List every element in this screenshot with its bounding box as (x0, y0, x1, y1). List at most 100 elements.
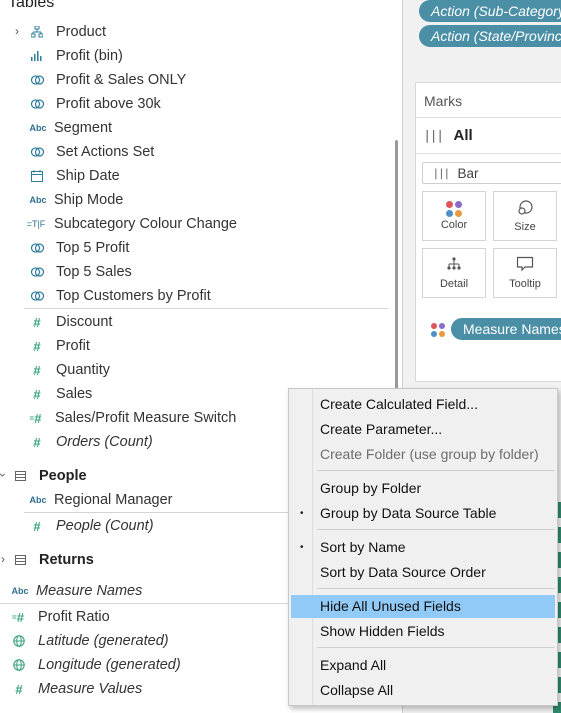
field-sales[interactable]: # Sales (30, 382, 92, 406)
hierarchy-icon (30, 25, 44, 39)
globe-icon (12, 658, 26, 672)
field-latitude-generated[interactable]: Latitude (generated) (12, 629, 169, 653)
menu-item-create-calculated-field[interactable]: Create Calculated Field... (291, 393, 555, 416)
field-label: Profit (56, 338, 90, 354)
field-profit[interactable]: # Profit (30, 334, 90, 358)
field-label: Sales/Profit Measure Switch (55, 410, 237, 426)
field-profit-sales-only[interactable]: Profit & Sales ONLY (30, 68, 186, 92)
menu-separator (317, 529, 555, 530)
menu-separator (317, 470, 555, 471)
tooltip-button[interactable]: Tooltip (493, 248, 557, 298)
field-ship-mode[interactable]: Abc Ship Mode (28, 188, 123, 212)
field-sales-profit-measure-switch[interactable]: = # Sales/Profit Measure Switch (27, 406, 237, 430)
size-label: Size (514, 221, 536, 233)
menu-item-expand-all[interactable]: Expand All (291, 654, 555, 677)
field-orders-count[interactable]: # Orders (Count) (30, 430, 152, 454)
menu-item-label: Sort by Data Source Order (320, 564, 486, 580)
field-profit-above-30k[interactable]: Profit above 30k (30, 92, 161, 116)
calc-number-icon: = # (29, 410, 42, 426)
field-label: Top 5 Sales (56, 264, 132, 280)
filter-pill[interactable]: Action (Sub-Category) (419, 0, 561, 22)
number-icon: # (33, 338, 41, 354)
field-product[interactable]: Product (30, 20, 106, 44)
number-icon: # (15, 681, 23, 697)
set-icon (30, 265, 44, 279)
marks-all-label: All (453, 127, 473, 144)
menu-item-label: Create Folder (use group by folder) (320, 446, 539, 462)
size-button[interactable]: Size (493, 191, 557, 241)
number-icon: # (33, 518, 41, 534)
field-label: Longitude (generated) (38, 657, 181, 673)
bin-icon (30, 49, 44, 63)
field-label: Discount (56, 314, 113, 330)
set-icon (30, 73, 44, 87)
menu-item-label: Create Parameter... (320, 421, 443, 437)
selected-bullet-icon: • (300, 508, 304, 519)
detail-button[interactable]: Detail (422, 248, 486, 298)
field-label: Profit & Sales ONLY (56, 72, 187, 88)
field-profit-bin[interactable]: Profit (bin) (30, 44, 123, 68)
field-top-customers-by-profit[interactable]: Top Customers by Profit (30, 284, 211, 308)
abc-icon: Abc (29, 195, 47, 205)
menu-item-label: Expand All (320, 657, 387, 673)
bar-chart-icon: ∣∣∣ (424, 127, 444, 143)
chevron-right-icon[interactable]: › (1, 552, 5, 566)
menu-item-show-hidden-fields[interactable]: Show Hidden Fields (291, 620, 555, 643)
field-measure-names[interactable]: Abc Measure Names (10, 579, 142, 603)
marks-separator (416, 153, 561, 154)
field-ship-date[interactable]: Ship Date (30, 164, 120, 188)
field-label: Top Customers by Profit (56, 288, 211, 304)
field-measure-values[interactable]: # Measure Values (12, 677, 142, 701)
field-quantity[interactable]: # Quantity (30, 358, 110, 382)
menu-item-hide-all-unused-fields[interactable]: Hide All Unused Fields (291, 595, 555, 618)
field-people-count[interactable]: # People (Count) (30, 514, 153, 538)
mark-type-dropdown[interactable]: ∣∣∣ Bar (422, 162, 561, 184)
abc-icon: Abc (29, 123, 47, 133)
set-icon (30, 241, 44, 255)
field-top-5-sales[interactable]: Top 5 Sales (30, 260, 132, 284)
menu-item-collapse-all[interactable]: Collapse All (291, 679, 555, 702)
field-label: Top 5 Profit (56, 240, 130, 256)
color-icon (431, 323, 445, 337)
marks-title: Marks (424, 93, 463, 109)
field-label: Subcategory Colour Change (54, 216, 237, 232)
chevron-right-icon[interactable]: › (15, 24, 19, 38)
field-regional-manager[interactable]: Abc Regional Manager (28, 488, 172, 512)
dimension-measure-divider (24, 308, 388, 309)
menu-item-sort-by-name[interactable]: • Sort by Name (291, 536, 555, 559)
filter-pill[interactable]: Action (State/Province) (419, 25, 561, 47)
context-menu: Create Calculated Field... Create Parame… (288, 388, 558, 706)
field-label: Segment (54, 120, 113, 136)
number-icon: # (33, 386, 41, 402)
color-icon (446, 201, 462, 217)
set-icon (30, 145, 44, 159)
field-profit-ratio[interactable]: = # Profit Ratio (10, 605, 110, 629)
measure-names-pill[interactable]: Measure Names (451, 318, 561, 340)
set-icon (30, 289, 44, 303)
menu-item-sort-by-data-source-order[interactable]: Sort by Data Source Order (291, 561, 555, 584)
menu-item-create-parameter[interactable]: Create Parameter... (291, 418, 555, 441)
field-subcategory-colour-change[interactable]: =T|F Subcategory Colour Change (24, 212, 237, 236)
menu-separator (317, 647, 555, 648)
tables-header: Tables (8, 0, 55, 11)
field-longitude-generated[interactable]: Longitude (generated) (12, 653, 181, 677)
color-label: Color (440, 219, 468, 231)
field-set-actions-set[interactable]: Set Actions Set (30, 140, 154, 164)
table-returns[interactable]: Returns (13, 548, 94, 572)
field-segment[interactable]: Abc Segment (28, 116, 112, 140)
menu-item-group-by-data-source-table[interactable]: • Group by Data Source Table (291, 502, 555, 525)
field-discount[interactable]: # Discount (30, 310, 112, 334)
color-button[interactable]: Color (422, 191, 486, 241)
table-icon (13, 469, 27, 483)
menu-item-group-by-folder[interactable]: Group by Folder (291, 477, 555, 500)
abc-icon: Abc (11, 586, 29, 596)
marks-card: Marks ∣∣∣ All ∣∣∣ Bar Color Size Detail … (415, 82, 561, 382)
field-label: Ship Mode (54, 192, 124, 208)
marks-all-tab[interactable]: ∣∣∣ All (424, 127, 473, 144)
field-top-5-profit[interactable]: Top 5 Profit (30, 236, 129, 260)
table-people[interactable]: People (13, 464, 87, 488)
bottom-divider (0, 603, 288, 604)
chevron-down-icon[interactable]: › (0, 473, 10, 477)
field-label: Quantity (56, 362, 110, 378)
field-label: Profit (bin) (56, 48, 123, 64)
